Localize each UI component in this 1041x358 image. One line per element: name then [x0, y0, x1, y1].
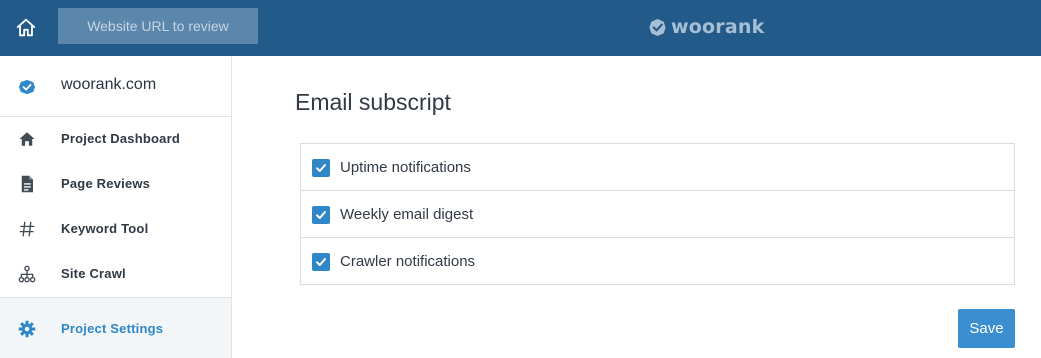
email-options-list: Uptime notifications Weekly email digest…: [300, 143, 1015, 285]
website-url-input[interactable]: [58, 8, 258, 44]
page-title: Email subscript: [295, 89, 451, 115]
sidebar: woorank.com Project Dashboard Page Revie…: [0, 56, 232, 358]
document-icon: [18, 175, 36, 193]
sidebar-item-label: Project Settings: [61, 321, 164, 336]
home-icon: [16, 18, 36, 37]
sidebar-item-keyword-tool[interactable]: Keyword Tool: [0, 207, 231, 252]
sidebar-item-label: Page Reviews: [61, 176, 151, 191]
gear-icon: [18, 320, 36, 338]
home-icon: [18, 130, 36, 148]
option-label: Uptime notifications: [340, 159, 471, 176]
sidebar-item-project-settings[interactable]: Project Settings: [0, 297, 231, 358]
sitemap-icon: [18, 265, 36, 283]
brand-logo: woorank: [648, 14, 764, 40]
logo-check-icon: [649, 18, 666, 36]
sidebar-item-site-crawl[interactable]: Site Crawl: [0, 252, 231, 297]
checkmark-icon: [316, 164, 326, 172]
top-bar: woorank: [0, 0, 1041, 56]
home-button[interactable]: [0, 0, 52, 56]
sidebar-item-project-dashboard[interactable]: Project Dashboard: [0, 117, 231, 162]
project-selector[interactable]: woorank.com: [0, 56, 231, 117]
uptime-notifications-checkbox[interactable]: [312, 159, 330, 177]
main-content: Email subscript Uptime notifications Wee…: [232, 56, 1041, 358]
hashtag-icon: [18, 220, 36, 238]
save-button[interactable]: Save: [958, 309, 1015, 348]
weekly-email-digest-checkbox[interactable]: [312, 206, 330, 224]
list-item: Weekly email digest: [301, 191, 1014, 238]
checkmark-icon: [316, 258, 326, 266]
list-item: Crawler notifications: [301, 238, 1014, 284]
sidebar-item-label: Keyword Tool: [61, 221, 149, 236]
crawler-notifications-checkbox[interactable]: [312, 253, 330, 271]
brand-name: woorank: [671, 16, 765, 38]
project-name: woorank.com: [61, 76, 157, 93]
project-check-icon: [19, 79, 35, 95]
option-label: Crawler notifications: [340, 253, 476, 270]
sidebar-item-label: Project Dashboard: [61, 131, 180, 146]
sidebar-item-label: Site Crawl: [61, 266, 126, 281]
sidebar-item-page-reviews[interactable]: Page Reviews: [0, 162, 231, 207]
option-label: Weekly email digest: [340, 206, 474, 223]
checkmark-icon: [316, 211, 326, 219]
list-item: Uptime notifications: [301, 144, 1014, 191]
